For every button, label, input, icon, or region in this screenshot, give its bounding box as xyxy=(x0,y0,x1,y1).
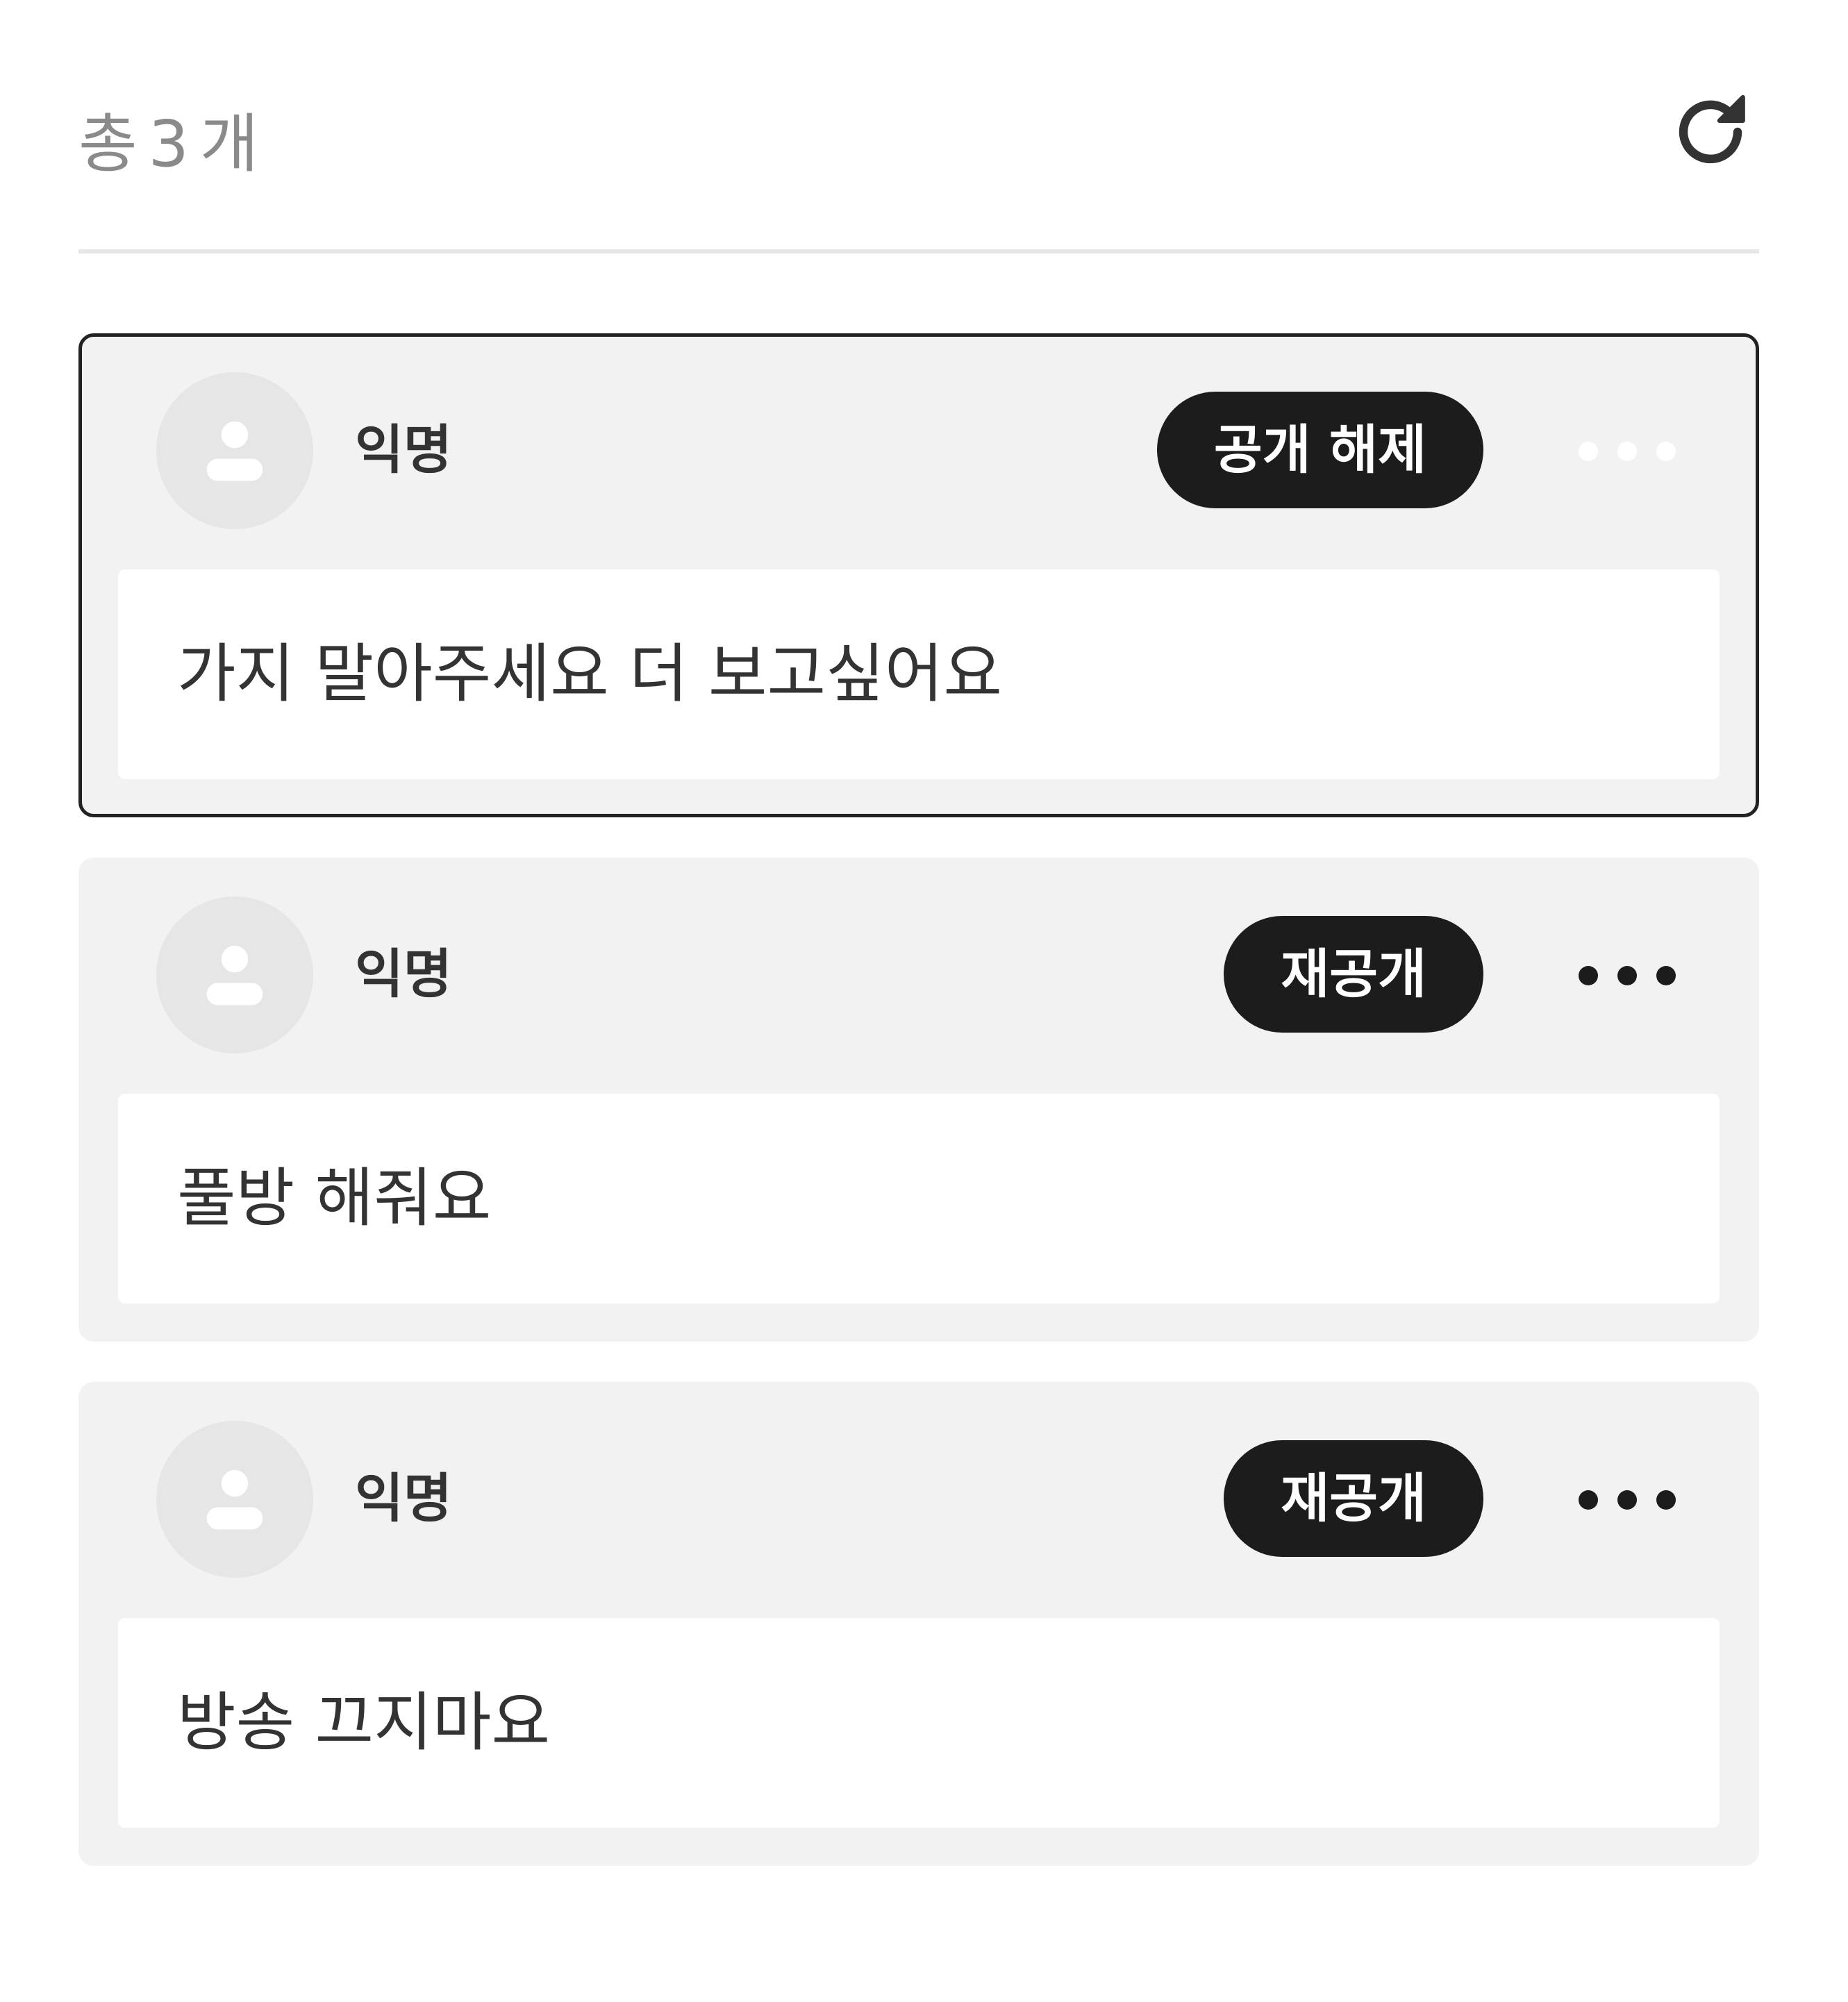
list-header: 총3개 xyxy=(78,83,1759,181)
comment-body: 가지 말아주세요 더 보고싶어요 xyxy=(118,569,1720,779)
total-count: 총3개 xyxy=(78,96,260,193)
avatar xyxy=(156,372,313,529)
republish-button[interactable]: 재공개 xyxy=(1224,1440,1483,1557)
avatar xyxy=(156,1421,313,1578)
more-options-button[interactable] xyxy=(1579,1472,1676,1528)
more-horizontal-icon xyxy=(1579,966,1598,985)
comment-card[interactable]: 익명 공개 해제 가지 말아주세요 더 보고싶어요 xyxy=(78,333,1759,817)
comment-body: 방송 끄지마요 xyxy=(118,1618,1720,1828)
comment-text: 방송 끄지마요 xyxy=(177,1685,551,1760)
avatar xyxy=(156,896,313,1053)
total-count-value: 3 xyxy=(148,107,190,181)
user-icon xyxy=(206,945,263,1006)
more-horizontal-icon xyxy=(1579,1490,1598,1510)
comment-text: 가지 말아주세요 더 보고싶어요 xyxy=(177,637,1003,711)
comment-body: 풀방 해줘요 xyxy=(118,1094,1720,1303)
more-options-button[interactable] xyxy=(1579,948,1676,1003)
comment-card[interactable]: 익명 재공개 풀방 해줘요 xyxy=(78,858,1759,1342)
author-name: 익명 xyxy=(355,1467,452,1529)
more-horizontal-icon xyxy=(1579,442,1598,461)
comment-list: 익명 공개 해제 가지 말아주세요 더 보고싶어요 익명 재공개 풀방 해줘요 xyxy=(78,333,1759,1906)
republish-button[interactable]: 재공개 xyxy=(1224,916,1483,1033)
comment-card[interactable]: 익명 재공개 방송 끄지마요 xyxy=(78,1382,1759,1866)
author-name: 익명 xyxy=(355,943,452,1005)
more-options-button[interactable] xyxy=(1579,424,1676,479)
total-count-prefix: 총 xyxy=(78,107,139,181)
header-divider xyxy=(78,249,1759,253)
refresh-icon xyxy=(1679,94,1745,164)
user-icon xyxy=(206,1469,263,1530)
user-icon xyxy=(206,421,263,481)
author-name: 익명 xyxy=(355,419,452,481)
refresh-button[interactable] xyxy=(1662,83,1759,181)
unpublish-button[interactable]: 공개 해제 xyxy=(1156,392,1483,508)
comment-text: 풀방 해줘요 xyxy=(177,1161,492,1235)
total-count-suffix: 개 xyxy=(199,107,260,181)
